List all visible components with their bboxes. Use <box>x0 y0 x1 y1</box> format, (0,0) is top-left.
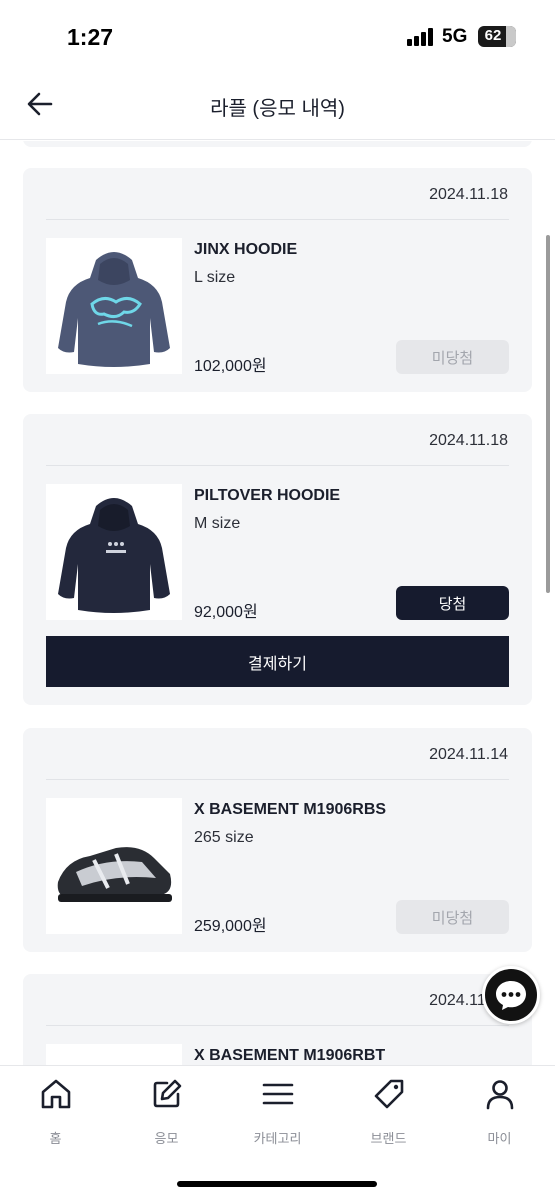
divider <box>46 1025 509 1026</box>
previous-entry-card <box>23 141 532 147</box>
divider <box>46 219 509 220</box>
nav-label: 카테고리 <box>253 1131 302 1146</box>
product-size: M size <box>194 515 241 532</box>
battery-level: 62 <box>484 27 502 44</box>
result-status-badge: 당첨 <box>396 586 509 620</box>
chat-bubble-icon <box>496 981 526 1010</box>
result-status-badge: 미당첨 <box>396 900 509 934</box>
bottom-nav: 홈 응모 카테고리 브랜드 마이 <box>0 1065 555 1200</box>
nav-brand[interactable]: 브랜드 <box>333 1076 444 1148</box>
nav-label: 홈 <box>49 1131 62 1146</box>
product-price: 92,000원 <box>194 604 258 621</box>
entry-card[interactable]: 2024.11.18 JINX HOODIE L size 102,000원 미… <box>23 168 532 392</box>
nav-label: 브랜드 <box>370 1131 407 1146</box>
nav-category[interactable]: 카테고리 <box>222 1076 333 1148</box>
entry-card[interactable]: 2024.11.18 PILTOVER HOODIE M size 92,000… <box>23 414 532 705</box>
product-size: 265 size <box>194 829 254 846</box>
entry-date: 2024.11.14 <box>429 746 508 763</box>
nav-entries[interactable]: 응모 <box>111 1076 222 1148</box>
cellular-signal-icon <box>407 28 435 46</box>
raffle-entry-list[interactable]: 2024.11.18 JINX HOODIE L size 102,000원 미… <box>0 141 555 1065</box>
home-indicator[interactable] <box>177 1181 377 1187</box>
product-image-piltover-hoodie[interactable] <box>46 484 182 620</box>
nav-home[interactable]: 홈 <box>0 1076 111 1148</box>
scrollbar[interactable] <box>546 235 550 593</box>
divider <box>46 465 509 466</box>
product-image-m1906rbt[interactable] <box>46 1044 182 1065</box>
entry-card[interactable]: 2024.11.14 X BASEMENT M1906RBS 265 size … <box>23 728 532 952</box>
menu-icon <box>262 1083 294 1105</box>
result-status-badge: 미당첨 <box>396 340 509 374</box>
edit-icon <box>153 1079 182 1108</box>
product-price: 259,000원 <box>194 918 267 935</box>
nav-my[interactable]: 마이 <box>444 1076 555 1148</box>
home-icon <box>41 1079 71 1109</box>
battery-icon: 62 <box>478 26 516 47</box>
network-type: 5G <box>442 26 468 47</box>
product-name: X BASEMENT M1906RBS <box>194 801 387 818</box>
nav-label: 응모 <box>154 1131 179 1146</box>
divider <box>46 779 509 780</box>
entry-date: 2024.11.18 <box>429 186 508 203</box>
pay-button[interactable]: 결제하기 <box>46 636 509 687</box>
product-name: X BASEMENT M1906RBT <box>194 1047 386 1064</box>
header: 라플 (응모 내역) <box>0 70 555 140</box>
status-time: 1:27 <box>67 24 114 50</box>
product-name: PILTOVER HOODIE <box>194 487 341 504</box>
tag-icon <box>374 1079 404 1109</box>
entry-date: 2024.11.18 <box>429 432 508 449</box>
product-price: 102,000원 <box>194 358 267 375</box>
chat-button[interactable] <box>482 966 540 1024</box>
product-size: L size <box>194 269 236 286</box>
entry-card[interactable]: 2024.11.14 X BASEMENT M1906RBT <box>23 974 532 1065</box>
status-bar: 1:27 5G 62 <box>0 0 555 70</box>
product-image-jinx-hoodie[interactable] <box>46 238 182 374</box>
page-title: 라플 (응모 내역) <box>210 98 345 120</box>
user-icon <box>486 1080 514 1110</box>
product-image-m1906rbs[interactable] <box>46 798 182 934</box>
nav-label: 마이 <box>487 1131 512 1146</box>
product-name: JINX HOODIE <box>194 241 298 258</box>
